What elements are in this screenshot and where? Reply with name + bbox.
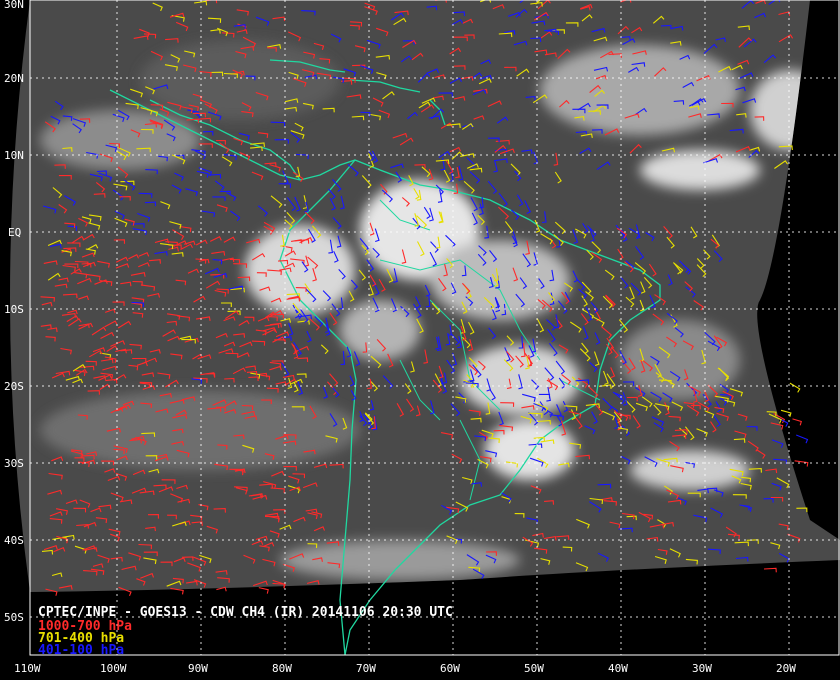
lat-label: 20S xyxy=(4,380,24,393)
lat-label: 40S xyxy=(4,534,24,547)
wind-barb xyxy=(794,460,809,467)
lon-label: 90W xyxy=(188,662,208,675)
lat-label: EQ xyxy=(8,226,21,239)
wind-barb xyxy=(763,567,777,573)
wind-barb xyxy=(258,587,269,594)
longitude-labels: 110W 100W 90W 80W 70W 60W 50W 40W 30W 20… xyxy=(14,662,796,675)
wind-barb xyxy=(792,418,802,426)
lon-label: 50W xyxy=(524,662,544,675)
lat-label: 20N xyxy=(4,72,24,85)
legend-high-level: 401-100 hPa xyxy=(38,643,124,658)
wind-barb xyxy=(795,434,809,444)
lon-label: 60W xyxy=(440,662,460,675)
lat-label: 30S xyxy=(4,457,24,470)
lon-label: 30W xyxy=(692,662,712,675)
lat-label: 10S xyxy=(4,303,24,316)
lon-label: 20W xyxy=(776,662,796,675)
lon-label: 110W xyxy=(14,662,41,675)
lon-label: 100W xyxy=(100,662,127,675)
lat-label: 50S xyxy=(4,611,24,624)
lon-label: 80W xyxy=(272,662,292,675)
lat-label: 30N xyxy=(4,0,24,11)
lat-label: 10N xyxy=(4,149,24,162)
wind-barb xyxy=(789,382,801,393)
earth-disk xyxy=(10,0,840,592)
satellite-map: 30N 20N 10N EQ 10S 20S 30S 40S 50S 110W … xyxy=(4,0,840,675)
map-title: CPTEC/INPE - GOES13 - CDW CH4 (IR) 20141… xyxy=(38,605,453,620)
lon-label: 70W xyxy=(356,662,376,675)
lon-label: 40W xyxy=(608,662,628,675)
